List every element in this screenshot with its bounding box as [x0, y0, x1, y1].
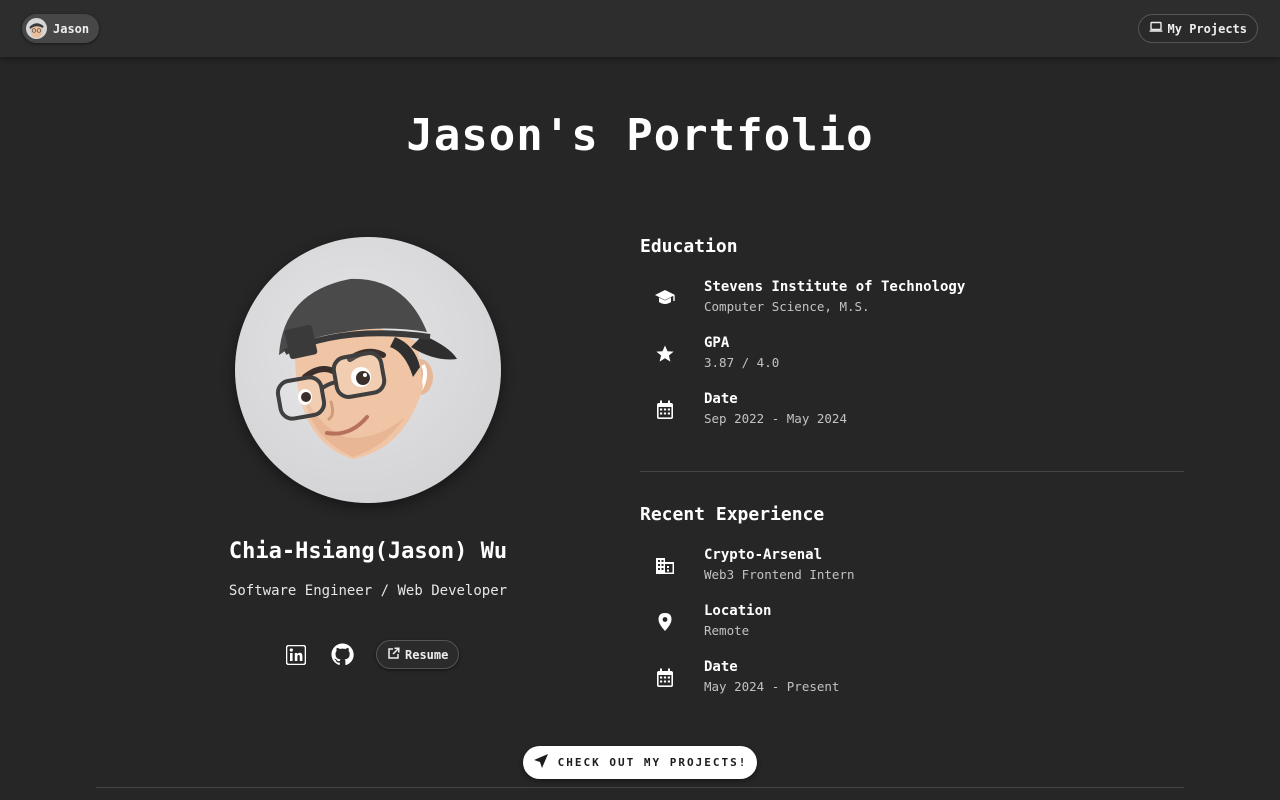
gpa-label: GPA	[704, 335, 730, 351]
education-date-value: Sep 2022 - May 2024	[704, 411, 847, 426]
section-divider	[640, 471, 1184, 472]
profile-avatar	[235, 237, 501, 503]
github-icon[interactable]	[330, 643, 354, 667]
profile-name: Chia-Hsiang(Jason) Wu	[228, 539, 508, 564]
experience-location-row: Location Remote	[640, 602, 771, 642]
experience-heading: Recent Experience	[640, 504, 825, 525]
school-name: Stevens Institute of Technology	[704, 279, 966, 295]
education-date-row: Date Sep 2022 - May 2024	[640, 390, 847, 430]
location-value: Remote	[704, 623, 750, 638]
linkedin-icon[interactable]	[284, 643, 308, 667]
company-name: Crypto-Arsenal	[704, 547, 823, 563]
user-label: Jason	[53, 21, 90, 36]
cta-label: CHECK OUT MY PROJECTS!	[557, 756, 748, 769]
my-projects-label: My Projects	[1167, 21, 1247, 36]
check-out-projects-button[interactable]: CHECK OUT MY PROJECTS!	[523, 746, 757, 779]
school-degree: Computer Science, M.S.	[704, 299, 870, 314]
calendar-icon	[640, 390, 690, 430]
building-icon	[640, 546, 690, 586]
education-school-row: Stevens Institute of Technology Computer…	[640, 278, 965, 318]
laptop-icon	[1149, 21, 1163, 36]
location-label: Location	[704, 603, 772, 619]
user-avatar	[26, 18, 47, 39]
top-navigation-bar: Jason My Projects	[0, 0, 1280, 57]
location-pin-icon	[640, 602, 690, 642]
job-title: Web3 Frontend Intern	[704, 567, 855, 582]
calendar-icon	[640, 658, 690, 698]
resume-button[interactable]: Resume	[376, 640, 460, 669]
send-icon	[533, 753, 549, 772]
gpa-value: 3.87 / 4.0	[704, 355, 780, 370]
education-date-label: Date	[704, 391, 738, 407]
experience-company-row: Crypto-Arsenal Web3 Frontend Intern	[640, 546, 855, 586]
my-projects-button[interactable]: My Projects	[1137, 14, 1258, 43]
education-gpa-row: GPA 3.87 / 4.0	[640, 334, 779, 374]
graduation-cap-icon	[640, 278, 690, 318]
education-heading: Education	[640, 236, 738, 257]
experience-date-label: Date	[704, 659, 738, 675]
footer-divider	[96, 787, 1184, 788]
social-links: Resume	[284, 640, 460, 669]
resume-label: Resume	[405, 647, 449, 662]
profile-role: Software Engineer / Web Developer	[228, 583, 508, 599]
page-title: Jason's Portfolio	[406, 110, 874, 161]
external-link-icon	[387, 646, 400, 663]
experience-date-row: Date May 2024 - Present	[640, 658, 839, 698]
user-home-button[interactable]: Jason	[22, 14, 100, 43]
experience-date-value: May 2024 - Present	[704, 679, 840, 694]
star-icon	[640, 334, 690, 374]
